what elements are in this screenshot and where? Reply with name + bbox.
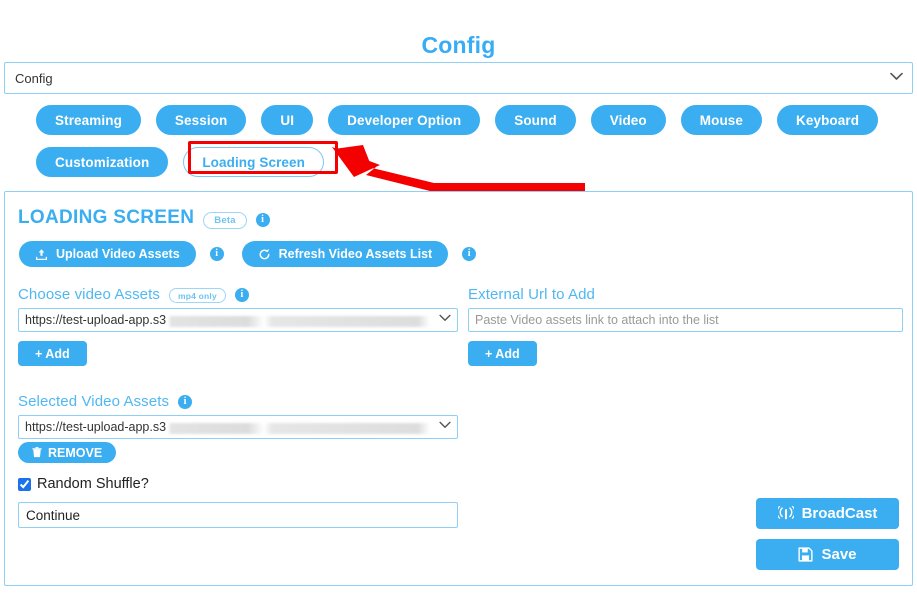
add-external-url-button[interactable]: + Add (468, 341, 537, 366)
right-column: External Url to Add + Add (468, 286, 903, 366)
field-label: Choose video Assets (18, 286, 160, 303)
save-button[interactable]: Save (756, 539, 899, 570)
tab-label: Video (609, 112, 647, 128)
tab-label: Keyboard (796, 112, 860, 128)
selected-video-assets-select[interactable]: https://test-upload-app.s3 (18, 415, 458, 439)
tab-label: Developer Option (347, 112, 462, 128)
redacted-url-region (168, 315, 433, 327)
upload-video-assets-button[interactable]: Upload Video Assets (19, 241, 196, 267)
config-select[interactable]: Config (4, 62, 913, 94)
button-label: Refresh Video Assets List (278, 247, 433, 261)
refresh-video-assets-list-button[interactable]: Refresh Video Assets List (241, 241, 449, 267)
choose-video-assets-label-row: Choose video Assets mp4 only i (18, 286, 458, 303)
left-column: Choose video Assets mp4 only i https://t… (18, 286, 458, 528)
choose-video-assets-select[interactable]: https://test-upload-app.s3 (18, 308, 458, 332)
asset-actions-row: Upload Video Assets i Refresh Video Asse… (19, 241, 494, 267)
tab-loading-screen[interactable]: Loading Screen (183, 147, 324, 177)
tab-video[interactable]: Video (590, 105, 666, 135)
tab-developer-option[interactable]: Developer Option (328, 105, 481, 135)
config-page: Config Config Streaming Session UI Devel… (0, 0, 917, 606)
tab-customization[interactable]: Customization (36, 147, 169, 177)
trash-icon (32, 447, 42, 458)
tab-mouse[interactable]: Mouse (680, 105, 763, 135)
save-floppy-icon (798, 547, 814, 562)
mp4-only-badge: mp4 only (168, 288, 226, 303)
config-tab-bar: Streaming Session UI Developer Option So… (36, 105, 896, 177)
random-shuffle-checkbox[interactable] (18, 477, 31, 491)
broadcast-button[interactable]: BroadCast (756, 498, 899, 529)
tab-label: Streaming (55, 112, 122, 128)
config-select-wrapper: Config (4, 62, 913, 94)
button-label: REMOVE (48, 445, 103, 460)
selected-video-assets-row: https://test-upload-app.s3 (18, 415, 458, 439)
redacted-url-region (168, 422, 433, 434)
choose-video-assets-row: https://test-upload-app.s3 (18, 308, 458, 332)
selected-asset-value: https://test-upload-app.s3 (25, 313, 167, 327)
tab-ui[interactable]: UI (261, 105, 314, 135)
tab-sound[interactable]: Sound (495, 105, 576, 135)
selected-asset-value: https://test-upload-app.s3 (25, 420, 167, 434)
tab-label: Mouse (699, 112, 744, 128)
panel-title: LOADING SCREEN (18, 207, 195, 228)
beta-badge: Beta (203, 211, 247, 229)
button-label: Upload Video Assets (56, 247, 180, 261)
remove-asset-button[interactable]: REMOVE (18, 442, 117, 463)
continue-text-input[interactable] (18, 502, 458, 528)
tab-label: Session (174, 112, 228, 128)
info-icon[interactable]: i (462, 247, 477, 261)
tab-streaming[interactable]: Streaming (36, 105, 141, 135)
external-url-label-row: External Url to Add (468, 286, 903, 303)
field-label: Selected Video Assets (18, 393, 170, 410)
field-label: External Url to Add (468, 286, 595, 303)
tab-label: UI (280, 112, 295, 128)
tab-label: Loading Screen (202, 154, 305, 170)
add-video-asset-button[interactable]: + Add (18, 341, 87, 366)
tab-session[interactable]: Session (155, 105, 247, 135)
page-title: Config (421, 32, 496, 58)
upload-icon (35, 248, 48, 261)
selected-video-assets-label-row: Selected Video Assets i (18, 393, 458, 410)
broadcast-icon (777, 506, 794, 521)
info-icon[interactable]: i (209, 247, 224, 261)
button-label: BroadCast (801, 505, 878, 522)
info-icon[interactable]: i (234, 287, 249, 302)
panel-title-row: LOADING SCREEN Beta i (18, 207, 270, 229)
tab-label: Customization (55, 154, 150, 170)
random-shuffle-label[interactable]: Random Shuffle? (37, 476, 149, 492)
button-label: + Add (35, 346, 70, 361)
refresh-icon (258, 248, 271, 261)
panel-footer-buttons: BroadCast Save (756, 498, 899, 570)
tab-label: Sound (514, 112, 557, 128)
info-icon[interactable]: i (255, 213, 270, 227)
external-url-input[interactable] (468, 308, 903, 332)
loading-screen-panel: LOADING SCREEN Beta i Upload Video Asset… (4, 191, 913, 586)
button-label: + Add (485, 346, 520, 361)
button-label: Save (821, 546, 857, 563)
random-shuffle-row: Random Shuffle? (18, 476, 458, 492)
info-icon[interactable]: i (178, 394, 193, 409)
tab-keyboard[interactable]: Keyboard (777, 105, 879, 135)
